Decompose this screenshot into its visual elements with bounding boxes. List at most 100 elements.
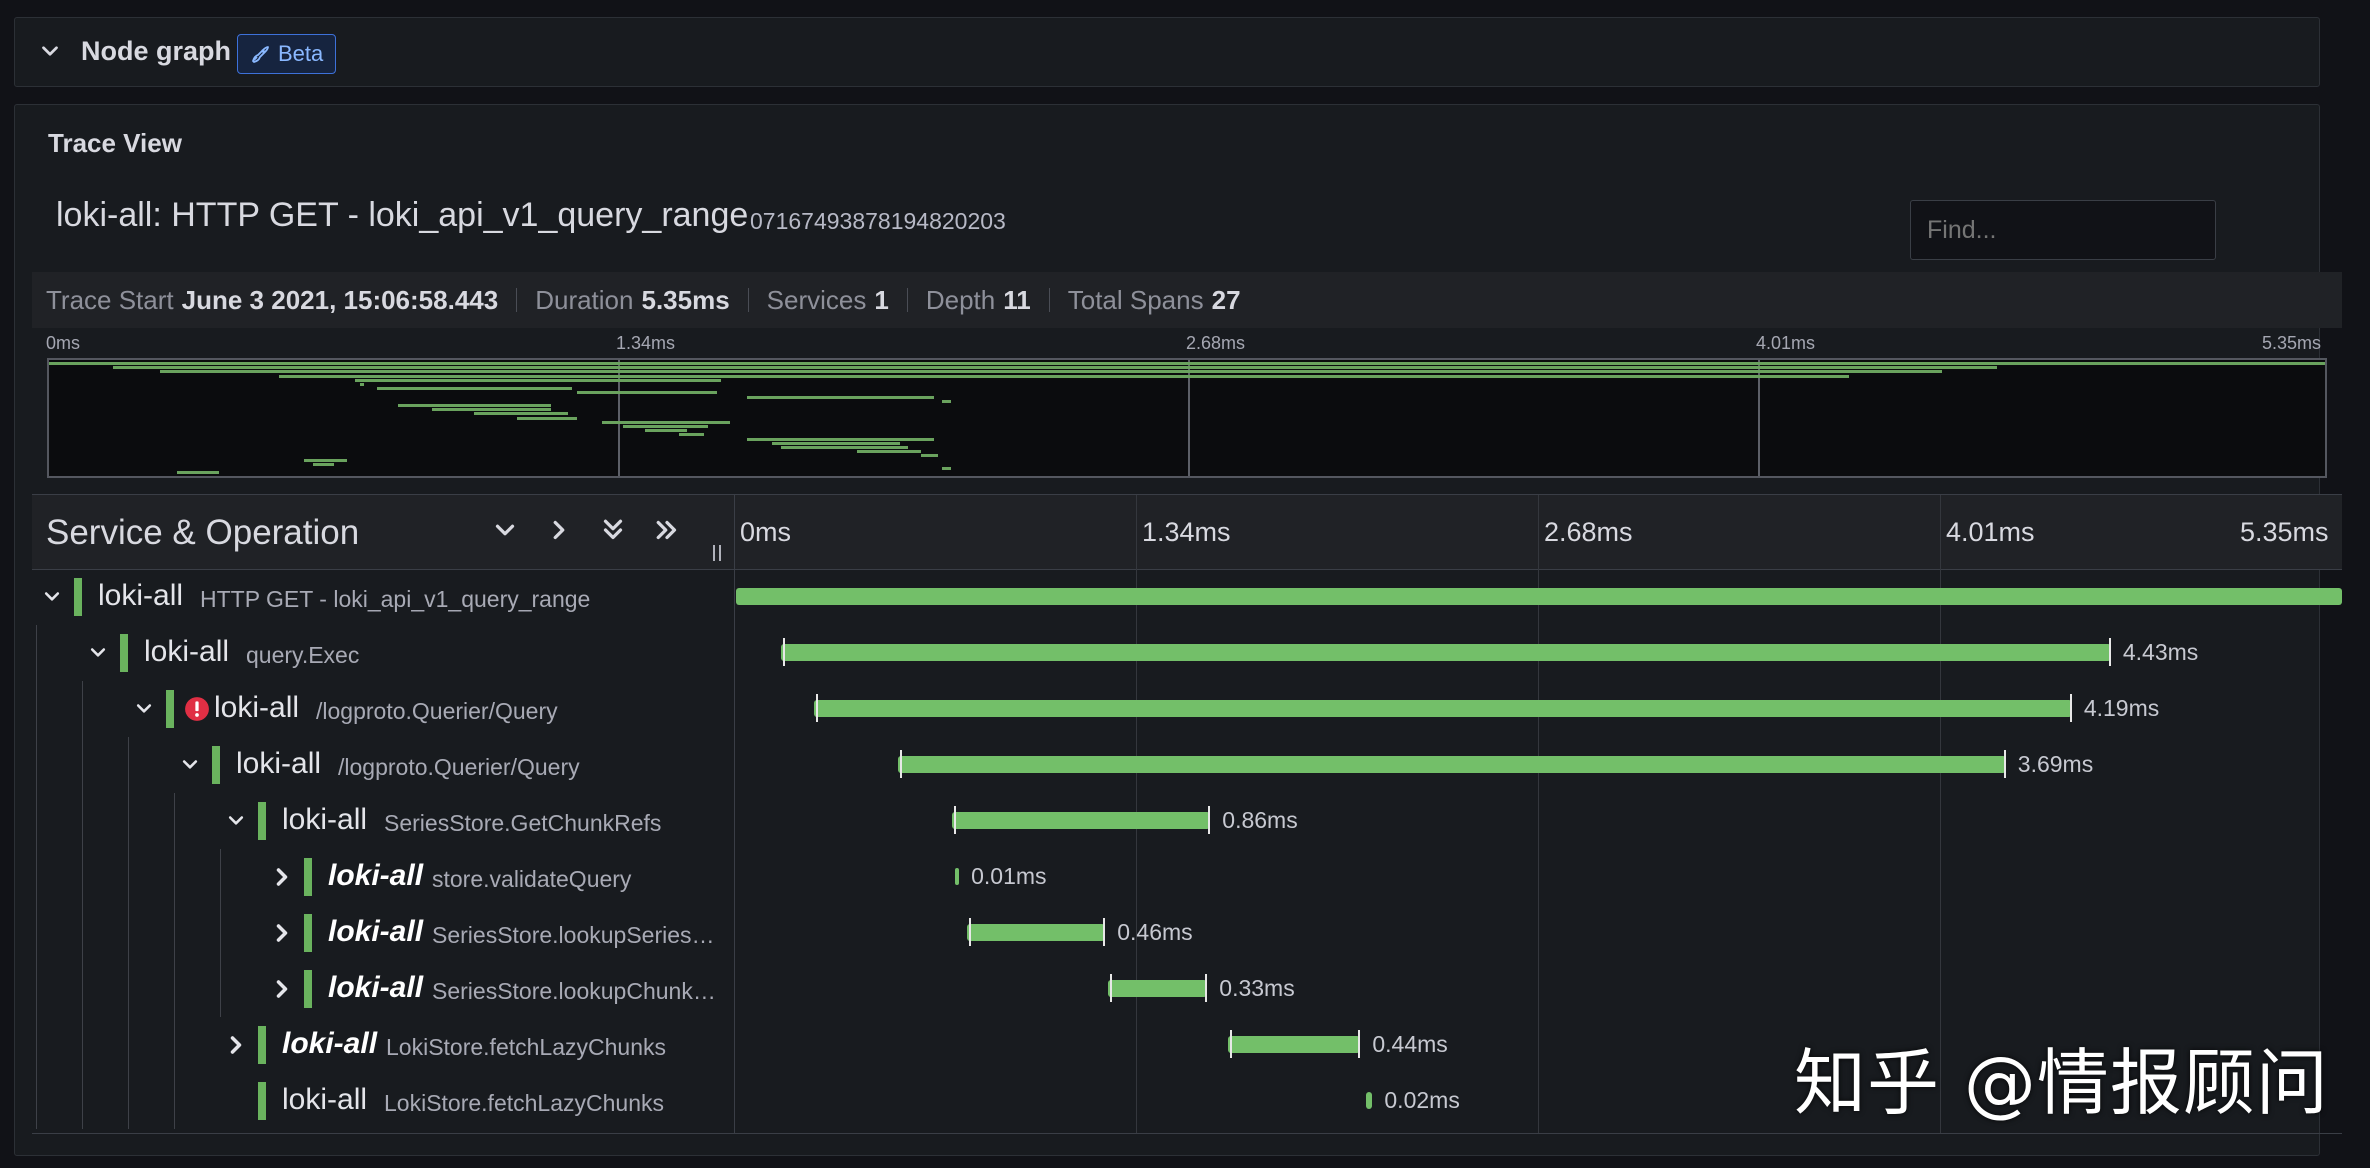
chevron-right-icon[interactable] <box>268 863 296 891</box>
minimap-span <box>942 467 951 470</box>
chevron-down-icon[interactable] <box>37 38 63 64</box>
watermark: 知乎 @情报顾问 <box>1794 1041 2329 1125</box>
tree-guide <box>82 793 83 849</box>
service-name: loki-all <box>98 579 184 612</box>
chevron-right-icon[interactable] <box>268 975 296 1003</box>
timeline-tick: 0ms <box>740 517 792 547</box>
span-bar[interactable] <box>898 756 2006 773</box>
span-log-tick <box>816 694 819 722</box>
minimap-span <box>431 408 551 412</box>
operation-name: HTTP GET - loki_api_v1_query_range <box>200 586 591 612</box>
service-color-bar <box>304 914 312 952</box>
service-color-bar <box>166 690 174 728</box>
trace-name: loki-all: HTTP GET - loki_api_v1_query_r… <box>56 196 749 234</box>
tree-guide <box>36 625 37 681</box>
tree-guide <box>128 1073 129 1129</box>
span-bar[interactable] <box>1366 1092 1373 1109</box>
tree-guide <box>174 905 175 961</box>
span-row[interactable]: loki-all HTTP GET - loki_api_v1_query_ran… <box>32 569 2342 625</box>
service-color-bar <box>212 746 220 784</box>
minimap-span <box>359 383 364 386</box>
column-resize-handle[interactable] <box>710 543 724 563</box>
minimap-tick: 1.34ms <box>616 333 676 353</box>
total-spans-label: Total Spans <box>1067 284 1204 315</box>
service-name: loki-all <box>214 691 300 724</box>
minimap-span <box>602 420 730 424</box>
chevron-down-icon[interactable] <box>176 751 204 779</box>
timeline-tick: 2.68ms <box>1544 517 1633 547</box>
service-operation-title: Service & Operation <box>46 513 360 552</box>
span-duration-label: 0.01ms <box>971 863 1047 889</box>
chevron-right-icon[interactable] <box>268 919 296 947</box>
minimap-span <box>159 370 1943 374</box>
trace-start-value: June 3 2021, 15:06:58.443 <box>181 284 499 315</box>
minimap-tick: 4.01ms <box>1756 333 1816 353</box>
chevron-right-icon[interactable] <box>222 1031 250 1059</box>
operation-name: /logproto.Querier/Query <box>316 698 558 724</box>
chevron-down-icon[interactable] <box>38 583 66 611</box>
service-color-bar <box>258 802 266 840</box>
operation-name: SeriesStore.lookupSeries… <box>432 922 715 948</box>
minimap-span <box>921 454 939 458</box>
span-log-tick <box>954 806 957 834</box>
span-row[interactable]: loki-all SeriesStore.lookupChunk… 0.33ms <box>32 961 2342 1017</box>
minimap-span <box>278 374 1849 378</box>
span-row[interactable]: loki-all SeriesStore.lookupSeries… 0.46ms <box>32 905 2342 961</box>
span-bar[interactable] <box>814 700 2072 717</box>
span-bar[interactable] <box>955 868 960 885</box>
span-log-tick <box>2069 694 2072 722</box>
service-color-bar <box>258 1082 266 1120</box>
minimap-span <box>746 395 934 399</box>
depth-label: Depth <box>925 284 996 315</box>
minimap-span <box>780 446 909 449</box>
depth-value: 11 <box>1003 284 1031 315</box>
service-name: loki-all <box>328 971 424 1004</box>
span-row[interactable]: loki-all/logproto.Querier/Query 3.69ms <box>32 737 2342 793</box>
chevron-down-icon[interactable] <box>222 807 250 835</box>
operation-name: query.Exec <box>246 642 360 668</box>
span-duration-label: 0.44ms <box>1372 1031 1448 1057</box>
tree-guide <box>128 737 129 793</box>
service-name: loki-all <box>328 915 424 948</box>
timeline-tick: 5.35ms <box>2240 517 2329 547</box>
node-graph-title[interactable]: Node graph <box>81 36 231 67</box>
span-row[interactable]: loki-all store.validateQuery 0.01ms <box>32 849 2342 905</box>
minimap-span <box>746 437 934 441</box>
trace-minimap[interactable] <box>47 358 2327 478</box>
minimap-ticks: 0ms 1.34ms 2.68ms 4.01ms 5.35ms <box>32 331 2342 355</box>
span-log-tick <box>1358 1030 1361 1058</box>
tree-guide <box>220 905 221 961</box>
divider <box>1048 288 1050 312</box>
span-bar[interactable] <box>1228 1036 1361 1053</box>
find-input[interactable] <box>1910 200 2216 260</box>
minimap-span <box>176 471 220 475</box>
tree-guide <box>128 905 129 961</box>
span-bar[interactable] <box>781 644 2111 661</box>
tree-guide <box>36 849 37 905</box>
node-graph-panel[interactable]: Node graph Beta <box>14 17 2320 87</box>
expand-all-icon[interactable] <box>652 515 682 545</box>
span-row[interactable]: loki-all query.Exec 4.43ms <box>32 625 2342 681</box>
span-log-tick <box>1208 806 1211 834</box>
chevron-down-icon[interactable] <box>84 639 112 667</box>
divider <box>906 288 908 312</box>
span-bar[interactable] <box>736 588 2342 605</box>
span-row[interactable]: loki-all/logproto.Querier/Query 4.19ms <box>32 681 2342 737</box>
expand-one-icon[interactable] <box>544 515 574 545</box>
span-bar[interactable] <box>967 924 1106 941</box>
span-bar[interactable] <box>952 812 1211 829</box>
span-log-tick <box>1230 1030 1233 1058</box>
duration-label: Duration <box>535 284 634 315</box>
service-name: loki-all <box>144 635 230 668</box>
operation-name: /logproto.Querier/Query <box>338 754 580 780</box>
timeline-tick: 1.34ms <box>1142 517 1231 547</box>
tree-guide <box>174 849 175 905</box>
rocket-icon <box>252 46 269 63</box>
span-bar[interactable] <box>1108 980 1208 997</box>
collapse-one-icon[interactable] <box>490 515 520 545</box>
collapse-all-icon[interactable] <box>598 515 628 545</box>
chevron-down-icon[interactable] <box>130 695 158 723</box>
span-row[interactable]: loki-all SeriesStore.GetChunkRefs 0.86ms <box>32 793 2342 849</box>
timeline-tick: 4.01ms <box>1946 517 2035 547</box>
beta-badge: Beta <box>237 34 337 74</box>
